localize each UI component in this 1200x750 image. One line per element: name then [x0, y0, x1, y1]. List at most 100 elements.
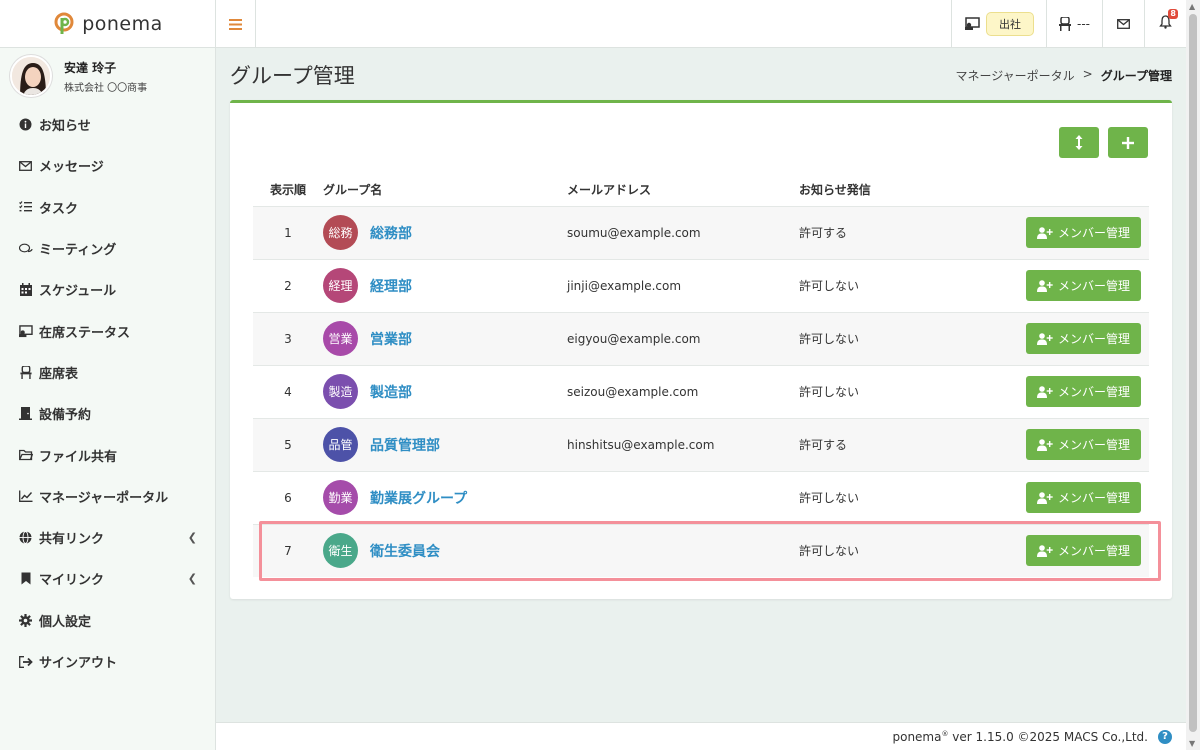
row-order: 4 — [253, 364, 323, 418]
group-name-link[interactable]: 経理部 — [370, 276, 412, 296]
sidebar-item-seating[interactable]: 座席表 — [0, 352, 215, 393]
help-icon[interactable]: ? — [1158, 729, 1172, 744]
group-badge: 経理 — [323, 268, 358, 303]
chevron-left-icon[interactable]: ❮ — [188, 572, 197, 585]
scroll-thumb[interactable] — [1189, 14, 1197, 732]
member-manage-button[interactable]: メンバー管理 — [1025, 376, 1141, 407]
sidebar-item-label: マネージャーポータル — [39, 490, 169, 506]
row-order: 5 — [253, 417, 323, 471]
sidebar-item-messages[interactable]: メッセージ — [0, 145, 215, 186]
envelope-icon — [18, 158, 33, 173]
row-email — [567, 470, 799, 524]
group-table: 表示順 グループ名 メールアドレス お知らせ発信 1 総務 総務部 soumu@e… — [253, 174, 1149, 577]
sidebar-item-label: 個人設定 — [39, 614, 92, 630]
row-email — [567, 523, 799, 577]
sidebar-item-tasks[interactable]: タスク — [0, 187, 215, 228]
plus-icon — [1122, 136, 1134, 149]
sidebar-item-manager-portal[interactable]: マネージャーポータル — [0, 476, 215, 517]
row-notice: 許可する — [799, 417, 999, 471]
group-name-link[interactable]: 製造部 — [370, 382, 412, 402]
seat-button[interactable]: --- — [1046, 0, 1102, 48]
hamburger-icon — [229, 18, 242, 30]
user-profile[interactable]: 安達 玲子 株式会社 〇〇商事 — [0, 48, 215, 104]
scroll-down-arrow-icon[interactable]: ▼ — [1189, 739, 1195, 748]
user-plus-icon — [1036, 438, 1053, 451]
breadcrumb-current: グループ管理 — [1100, 68, 1172, 83]
user-plus-icon — [1036, 385, 1053, 398]
member-manage-button[interactable]: メンバー管理 — [1025, 217, 1141, 248]
group-badge: 総務 — [323, 215, 358, 250]
member-manage-label: メンバー管理 — [1057, 385, 1130, 399]
group-name-link[interactable]: 営業部 — [370, 329, 412, 349]
breadcrumb: マネージャーポータル > グループ管理 — [955, 67, 1172, 84]
top-bar: ponema 出社 --- 8 — [0, 0, 1186, 48]
gear-icon — [18, 613, 33, 628]
sidebar-item-shared-links[interactable]: 共有リンク ❮ — [0, 517, 215, 558]
group-name-link[interactable]: 勤業展グループ — [370, 488, 467, 508]
table-row: 4 製造 製造部 seizou@example.com 許可しない メンバー管理 — [253, 364, 1149, 418]
breadcrumb-link-manager-portal[interactable]: マネージャーポータル — [955, 67, 1074, 84]
member-manage-label: メンバー管理 — [1057, 491, 1130, 505]
row-notice: 許可しない — [799, 364, 999, 418]
chevron-left-icon[interactable]: ❮ — [188, 531, 197, 544]
sidebar-item-schedule[interactable]: スケジュール — [0, 269, 215, 310]
sidebar-item-label: 共有リンク — [39, 532, 105, 548]
table-row: 1 総務 総務部 soumu@example.com 許可する メンバー管理 — [253, 205, 1149, 259]
member-manage-button[interactable]: メンバー管理 — [1025, 270, 1141, 301]
sidebar-item-my-links[interactable]: マイリンク ❮ — [0, 558, 215, 599]
sidebar-nav: お知らせ メッセージ タスク ミーティング スケジュール 在席ステータス 座席表 — [0, 104, 215, 682]
page-scrollbar[interactable]: ▲ ▼ — [1186, 0, 1200, 750]
sidebar-item-label: 在席ステータス — [39, 325, 131, 341]
sidebar-item-files[interactable]: ファイル共有 — [0, 434, 215, 475]
table-row: 6 勤業 勤業展グループ 許可しない メンバー管理 — [253, 470, 1149, 524]
attendance-status-button[interactable]: 出社 — [951, 0, 1046, 48]
group-badge: 製造 — [323, 374, 358, 409]
page-header: グループ管理 マネージャーポータル > グループ管理 — [216, 48, 1186, 102]
row-notice: 許可しない — [799, 523, 999, 577]
sidebar-item-settings[interactable]: 個人設定 — [0, 600, 215, 641]
group-badge: 衛生 — [323, 533, 358, 569]
sidebar-item-presence[interactable]: 在席ステータス — [0, 310, 215, 351]
scroll-up-arrow-icon[interactable]: ▲ — [1189, 2, 1195, 11]
user-photo-icon — [12, 57, 50, 95]
group-name-link[interactable]: 衛生委員会 — [370, 541, 440, 561]
sidebar-item-label: サインアウト — [39, 656, 118, 671]
column-header-notice[interactable]: お知らせ発信 — [799, 174, 999, 206]
user-name: 安達 玲子 — [64, 60, 117, 75]
sidebar-item-label: 設備予約 — [39, 408, 92, 424]
sidebar: 安達 玲子 株式会社 〇〇商事 お知らせ メッセージ タスク ミーティング スケ… — [0, 48, 216, 750]
notification-button[interactable]: 8 — [1144, 0, 1186, 48]
add-group-button[interactable] — [1108, 127, 1148, 158]
column-header-email[interactable]: メールアドレス — [567, 174, 799, 206]
group-name-link[interactable]: 総務部 — [370, 223, 412, 243]
sidebar-item-sign-out[interactable]: サインアウト — [0, 641, 215, 682]
tasks-icon — [18, 200, 33, 215]
hamburger-menu-button[interactable] — [216, 0, 256, 48]
member-manage-button[interactable]: メンバー管理 — [1025, 429, 1141, 460]
chart-icon — [18, 489, 33, 504]
member-manage-label: メンバー管理 — [1057, 226, 1130, 240]
group-name-link[interactable]: 品質管理部 — [370, 435, 440, 455]
member-manage-button[interactable]: メンバー管理 — [1025, 323, 1141, 354]
footer: ponema® ver 1.15.0 ©2025 MACS Co.,Ltd. ? — [216, 722, 1186, 750]
sidebar-item-label: ファイル共有 — [39, 449, 118, 465]
brand[interactable]: ponema — [0, 0, 216, 48]
column-header-name[interactable]: グループ名 — [323, 174, 567, 206]
column-header-order[interactable]: 表示順 — [253, 174, 323, 206]
sidebar-item-facility[interactable]: 設備予約 — [0, 393, 215, 434]
row-notice: 許可しない — [799, 311, 999, 365]
sidebar-item-meeting[interactable]: ミーティング — [0, 228, 215, 269]
group-badge: 勤業 — [323, 480, 358, 515]
sidebar-item-label: 座席表 — [39, 366, 79, 382]
footer-brand: ponema — [892, 729, 942, 744]
sidebar-item-notices[interactable]: お知らせ — [0, 104, 215, 145]
page-title: グループ管理 — [230, 64, 355, 88]
member-manage-button[interactable]: メンバー管理 — [1025, 482, 1141, 513]
message-button[interactable] — [1102, 0, 1144, 48]
avatar — [10, 55, 52, 97]
row-email: eigyou@example.com — [567, 311, 799, 365]
member-manage-button[interactable]: メンバー管理 — [1025, 535, 1141, 567]
reorder-button[interactable] — [1059, 127, 1099, 158]
sort-vertical-icon — [1075, 135, 1083, 150]
bookmark-icon — [18, 571, 33, 586]
